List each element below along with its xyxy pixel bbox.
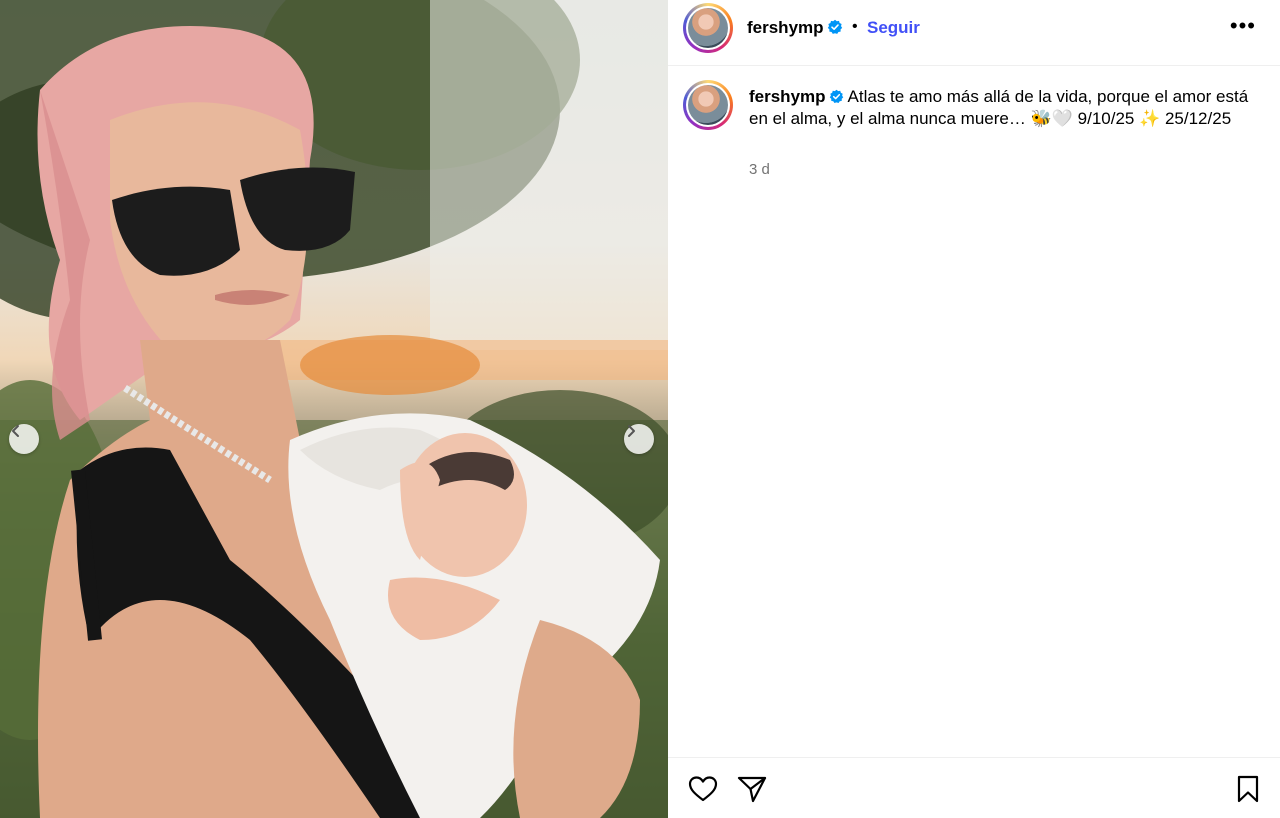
carousel-next-button[interactable] [624, 424, 654, 454]
post-header: fershymp • Seguir ••• [668, 0, 1280, 66]
post-timestamp[interactable]: 3 d [749, 161, 770, 178]
caption-username[interactable]: fershymp [749, 87, 826, 106]
carousel-prev-button[interactable] [9, 424, 39, 454]
post-photo [0, 0, 668, 818]
chevron-left-icon [12, 425, 19, 437]
verified-badge-icon [827, 19, 842, 34]
bookmark-icon [1237, 775, 1259, 803]
avatar-image [688, 8, 728, 48]
chevron-right-icon [628, 425, 635, 437]
heart-icon [688, 776, 718, 802]
save-button[interactable] [1236, 775, 1260, 808]
action-bar [668, 757, 1280, 818]
post-caption: fershymp Atlas te amo más allá de la vid… [749, 86, 1249, 130]
author-avatar[interactable] [683, 3, 733, 53]
caption-avatar[interactable] [683, 80, 733, 130]
post-side-panel: fershymp • Seguir ••• fershymp Atlas te … [668, 0, 1280, 818]
follow-button[interactable]: Seguir [867, 18, 920, 38]
paper-plane-icon [737, 776, 767, 803]
separator-dot: • [852, 18, 858, 35]
author-username-link[interactable]: fershymp [747, 18, 843, 38]
more-options-icon: ••• [1229, 13, 1256, 38]
share-button[interactable] [737, 775, 767, 808]
more-options-button[interactable]: ••• [1229, 13, 1256, 38]
author-username: fershymp [747, 18, 824, 37]
photo-illustration [0, 0, 668, 818]
like-button[interactable] [688, 775, 718, 808]
avatar-image [688, 85, 728, 125]
verified-badge-icon [829, 89, 843, 103]
